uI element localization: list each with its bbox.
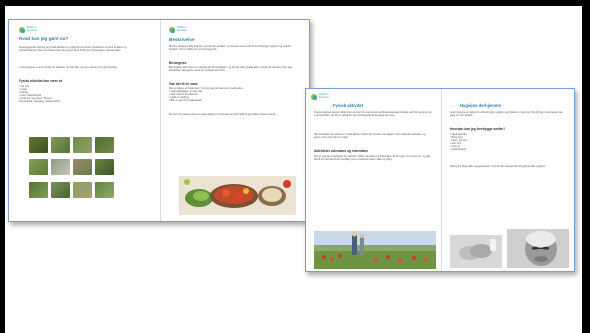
frame-top-border	[0, 0, 590, 6]
brochure-spread-front: Ribbon Dansen Fysisk aktivitet Fysisk ak…	[305, 88, 575, 272]
ribbon-logo-icon	[311, 94, 317, 100]
section-heading: Bevægelse	[169, 61, 187, 65]
ribbon-logo: Ribbon Dansen	[169, 25, 188, 33]
section-heading: Fysisk aktivitet kan være at	[19, 79, 62, 83]
back-right-page: Ribbon Dansen Beskrivelse Motion påvirke…	[161, 20, 311, 221]
hand-hygiene-photo	[450, 235, 502, 268]
body-paragraph: En sund og varieret kost er også vigtigt…	[169, 113, 276, 116]
note-paragraph: • Det vigtigste er at du finder en aktiv…	[19, 66, 118, 69]
bullet-list: • Vask hænder • Brug sprit • Host i ærme…	[450, 133, 467, 152]
back-left-page: Ribbon Dansen Hvad kan jeg gøre nu? Fore…	[9, 20, 160, 221]
body-paragraph: Bevægelse skal være en naturlig del af h…	[169, 66, 293, 73]
frame-left-border	[0, 0, 5, 333]
intro-paragraph: Forebyggende træning og fysisk aktivitet…	[19, 46, 127, 53]
tulip-walk-photo	[314, 231, 436, 269]
body-paragraph: Spørg din læge eller sygeplejerske, hvis…	[450, 165, 547, 168]
body-paragraph: Der er mange muligheder for aktivitet, b…	[314, 155, 431, 162]
brochure-spread-back: Ribbon Dansen Hvad kan jeg gøre nu? Fore…	[8, 19, 310, 222]
ribbon-logo-icon	[19, 27, 25, 33]
elderly-portrait-photo	[507, 229, 569, 268]
photo-tile	[51, 137, 70, 153]
photo-tile	[29, 159, 48, 175]
page-title: Hygiejne derhjemme	[460, 103, 501, 108]
front-left-page: Ribbon Dansen Fysisk aktivitet Fysisk ak…	[306, 89, 441, 271]
photo-tile	[73, 137, 92, 153]
front-right-page: Hygiejne derhjemme God hygiejne er vigti…	[442, 89, 576, 271]
body-paragraph: Det anbefales at voksne er fysisk aktive…	[314, 133, 426, 140]
frame-right-border	[582, 0, 590, 333]
bullet-list: • Gå ture • Cykle • Danse • Lave havearb…	[19, 85, 61, 104]
logo-text: Ribbon Dansen	[27, 25, 38, 33]
photo-tile	[29, 182, 48, 198]
ribbon-logo: Ribbon Dansen	[19, 25, 38, 33]
intro-paragraph: Fysisk aktivitet gavner både krop og sin…	[314, 111, 432, 118]
logo-text: Ribbon Dansen	[177, 25, 188, 33]
section-heading: Hvordan kan jeg forebygge smitte?	[450, 127, 506, 131]
ribbon-logo: Ribbon Dansen	[311, 92, 330, 100]
photo-tile	[95, 159, 114, 175]
page-title: Hvad kan jeg gøre nu?	[19, 36, 69, 41]
photo-tile	[73, 182, 92, 198]
section-heading: Aktiviteter udendørs og indendørs	[314, 149, 368, 153]
photo-tile	[73, 159, 92, 175]
intro-paragraph: God hygiejne er vigtigt for at forebygge…	[450, 111, 563, 118]
photo-tile	[95, 137, 114, 153]
section-heading: Gør det til en vane	[169, 82, 198, 86]
healthy-food-photo	[179, 176, 296, 215]
intro-paragraph: Motion påvirker både kroppen og hjernen …	[169, 45, 291, 52]
photo-tile	[29, 137, 48, 153]
elderly-man-photo	[51, 159, 70, 175]
body-paragraph: Det er lettere at holde fast i, hvis du …	[169, 87, 244, 103]
photo-tile	[51, 182, 70, 198]
ribbon-logo-icon	[169, 27, 175, 33]
logo-text: Ribbon Dansen	[319, 92, 330, 100]
photo-tile	[95, 182, 114, 198]
page-title: Beskrivelse	[169, 37, 195, 42]
page-title: Fysisk aktivitet	[333, 103, 364, 108]
